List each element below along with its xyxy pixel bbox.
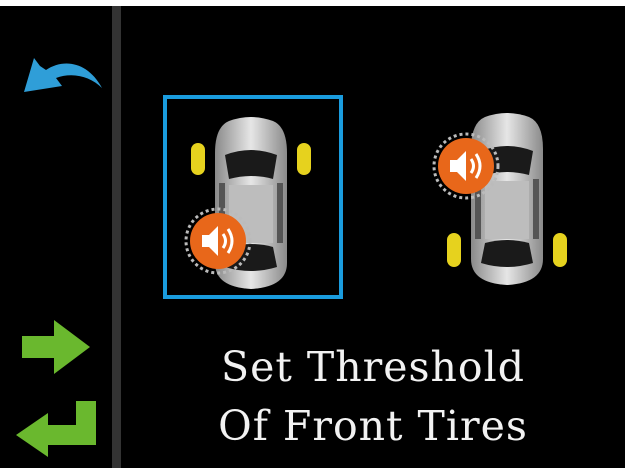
speaker-alarm-icon bbox=[432, 132, 500, 200]
main-panel: Set Threshold Of Front Tires bbox=[121, 6, 625, 468]
sidebar-divider bbox=[112, 6, 121, 468]
front-tires-option[interactable] bbox=[163, 95, 343, 299]
speaker-alarm-icon bbox=[184, 207, 252, 275]
sidebar bbox=[0, 6, 112, 468]
right-arrow-icon bbox=[22, 320, 90, 374]
title-line-1: Set Threshold bbox=[221, 343, 525, 391]
tpms-threshold-screen: Set Threshold Of Front Tires bbox=[0, 0, 625, 468]
next-button[interactable] bbox=[18, 316, 92, 378]
enter-return-arrow-icon bbox=[16, 401, 96, 457]
title-line-2: Of Front Tires bbox=[218, 402, 528, 450]
back-button[interactable] bbox=[16, 48, 106, 106]
enter-button[interactable] bbox=[12, 399, 102, 459]
curved-back-arrow-icon bbox=[24, 58, 102, 92]
rear-tires-option[interactable] bbox=[432, 109, 577, 289]
